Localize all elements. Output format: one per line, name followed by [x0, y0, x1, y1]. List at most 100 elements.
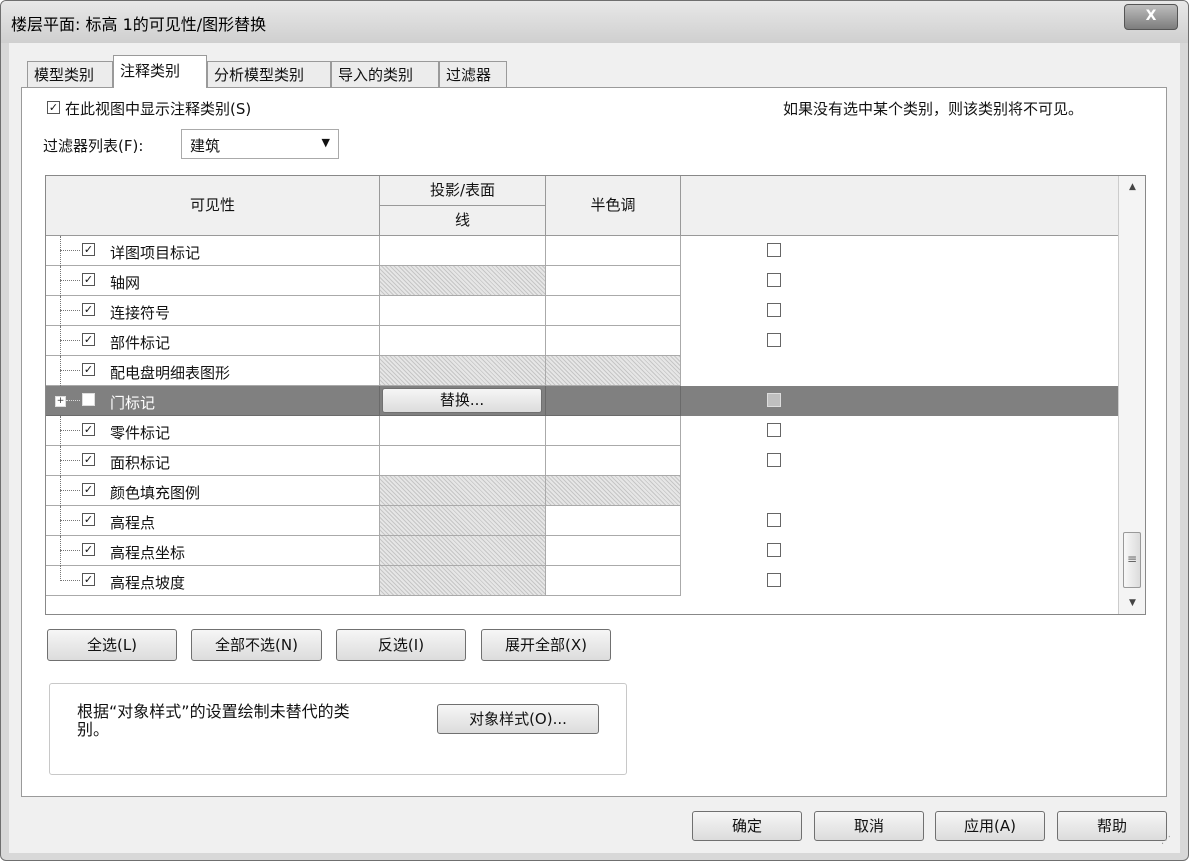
row-visibility-checkbox[interactable]: ✓: [82, 453, 95, 466]
row-halftone-cell[interactable]: [546, 236, 781, 266]
row-lines-cell: [380, 536, 546, 566]
row-halftone-checkbox[interactable]: [767, 453, 781, 467]
row-halftone-checkbox[interactable]: [767, 243, 781, 257]
row-lines-cell[interactable]: [380, 236, 546, 266]
tab-filters[interactable]: 过滤器: [439, 61, 507, 87]
row-visibility-checkbox[interactable]: ✓: [82, 543, 95, 556]
row-halftone-cell[interactable]: [546, 506, 781, 536]
row-halftone-cell[interactable]: [546, 296, 781, 326]
table-row[interactable]: ✓ 部件标记: [46, 326, 1118, 356]
row-halftone-cell[interactable]: [546, 566, 781, 596]
scroll-down-icon[interactable]: ▼: [1119, 594, 1145, 612]
category-table: 可见性 投影/表面 线 半色调 ✓ 详图项目标记 ✓ 轴网 ✓ 连接符号 ✓ 部…: [45, 175, 1146, 615]
row-halftone-cell[interactable]: [546, 266, 781, 296]
row-halftone-checkbox[interactable]: [767, 513, 781, 527]
scroll-up-icon[interactable]: ▲: [1119, 178, 1145, 196]
table-row[interactable]: ✓ 轴网: [46, 266, 1118, 296]
row-visibility-checkbox[interactable]: ✓: [82, 513, 95, 526]
hint-text: 如果没有选中某个类别，则该类别将不可见。: [783, 100, 1084, 118]
row-halftone-cell[interactable]: [546, 326, 781, 356]
row-category-name: 零件标记: [110, 424, 171, 442]
table-row[interactable]: ✓ 详图项目标记: [46, 236, 1118, 266]
object-styles-button[interactable]: 对象样式(O)...: [437, 704, 599, 734]
table-row[interactable]: ✓ 连接符号: [46, 296, 1118, 326]
header-lines[interactable]: 线: [380, 206, 546, 236]
row-halftone-cell[interactable]: [546, 536, 781, 566]
table-row[interactable]: ✓ 颜色填充图例: [46, 476, 1118, 506]
cancel-button[interactable]: 取消: [814, 811, 924, 841]
row-category-name: 高程点坐标: [110, 544, 186, 562]
row-halftone-cell[interactable]: [546, 446, 781, 476]
select-all-button[interactable]: 全选(L): [47, 629, 177, 661]
table-row[interactable]: ✓ 高程点: [46, 506, 1118, 536]
invert-selection-button[interactable]: 反选(I): [336, 629, 466, 661]
filter-list-label: 过滤器列表(F):: [43, 137, 144, 155]
row-lines-cell[interactable]: [380, 326, 546, 356]
ok-button[interactable]: 确定: [692, 811, 802, 841]
tab-annotation-categories[interactable]: 注释类别: [113, 55, 207, 88]
row-category-name: 部件标记: [110, 334, 171, 352]
row-halftone-checkbox[interactable]: [767, 543, 781, 557]
row-visibility-checkbox[interactable]: ✓: [82, 363, 95, 376]
scrollbar-thumb[interactable]: ≡: [1123, 532, 1141, 588]
override-button[interactable]: 替换...: [382, 388, 542, 413]
table-row[interactable]: ✓ 配电盘明细表图形: [46, 356, 1118, 386]
row-category-name: 连接符号: [110, 304, 171, 322]
row-lines-cell[interactable]: [380, 416, 546, 446]
row-visibility-checkbox[interactable]: ✓: [82, 333, 95, 346]
row-visibility-checkbox[interactable]: ✓: [82, 573, 95, 586]
show-annotations-label: 在此视图中显示注释类别(S): [65, 100, 252, 118]
tab-model-categories[interactable]: 模型类别: [27, 61, 113, 87]
row-visibility-checkbox[interactable]: ✓: [82, 243, 95, 256]
row-lines-cell: [380, 266, 546, 296]
row-halftone-checkbox[interactable]: [767, 423, 781, 437]
row-category-name: 高程点: [110, 514, 156, 532]
row-category-name: 配电盘明细表图形: [110, 364, 231, 382]
filter-list-dropdown[interactable]: 建筑 ▼: [181, 129, 339, 159]
row-halftone-cell[interactable]: [546, 386, 781, 416]
object-styles-note-line1: 根据“对象样式”的设置绘制未替代的类: [77, 702, 350, 721]
show-annotations-checkbox[interactable]: ✓: [47, 101, 60, 114]
row-category-name: 门标记: [110, 394, 156, 412]
expand-plus-icon[interactable]: +: [55, 396, 66, 407]
expand-all-button[interactable]: 展开全部(X): [481, 629, 611, 661]
table-row[interactable]: ✓ 高程点坡度: [46, 566, 1118, 596]
tab-imported-categories[interactable]: 导入的类别: [331, 61, 439, 87]
row-halftone-checkbox[interactable]: [767, 573, 781, 587]
dialog-title: 楼层平面: 标高 1的可见性/图形替换: [11, 15, 267, 34]
filter-list-value: 建筑: [190, 137, 221, 155]
row-lines-cell[interactable]: [380, 446, 546, 476]
row-lines-cell: [380, 506, 546, 536]
table-row-selected[interactable]: + 门标记 替换...: [46, 386, 1118, 416]
row-visibility-checkbox[interactable]: ✓: [82, 273, 95, 286]
header-halftone[interactable]: 半色调: [546, 176, 681, 236]
help-button[interactable]: 帮助: [1057, 811, 1167, 841]
table-row[interactable]: ✓ 面积标记: [46, 446, 1118, 476]
title-bar[interactable]: 楼层平面: 标高 1的可见性/图形替换 X: [1, 1, 1188, 43]
vertical-scrollbar[interactable]: ▲ ≡ ▼: [1118, 176, 1145, 614]
row-halftone-cell[interactable]: [546, 416, 781, 446]
header-projection-surface[interactable]: 投影/表面: [380, 176, 546, 206]
tab-analytical-model-categories[interactable]: 分析模型类别: [207, 61, 331, 87]
row-visibility-checkbox[interactable]: ✓: [82, 483, 95, 496]
table-row[interactable]: ✓ 零件标记: [46, 416, 1118, 446]
row-lines-cell: [380, 476, 546, 506]
row-visibility-checkbox[interactable]: ✓: [82, 423, 95, 436]
row-lines-cell[interactable]: [380, 296, 546, 326]
table-row[interactable]: ✓ 高程点坐标: [46, 536, 1118, 566]
resize-grip-icon[interactable]: ⋰: [1161, 835, 1171, 846]
row-category-name: 面积标记: [110, 454, 171, 472]
row-lines-cell: [380, 566, 546, 596]
row-visibility-checkbox[interactable]: [82, 393, 95, 406]
header-visibility[interactable]: 可见性: [46, 176, 380, 236]
row-halftone-cell: [546, 476, 681, 506]
row-halftone-checkbox[interactable]: [767, 303, 781, 317]
row-category-name: 颜色填充图例: [110, 484, 201, 502]
close-button[interactable]: X: [1124, 4, 1178, 30]
row-halftone-checkbox[interactable]: [767, 393, 781, 407]
row-halftone-checkbox[interactable]: [767, 273, 781, 287]
select-none-button[interactable]: 全部不选(N): [191, 629, 322, 661]
row-visibility-checkbox[interactable]: ✓: [82, 303, 95, 316]
row-halftone-checkbox[interactable]: [767, 333, 781, 347]
apply-button[interactable]: 应用(A): [935, 811, 1045, 841]
